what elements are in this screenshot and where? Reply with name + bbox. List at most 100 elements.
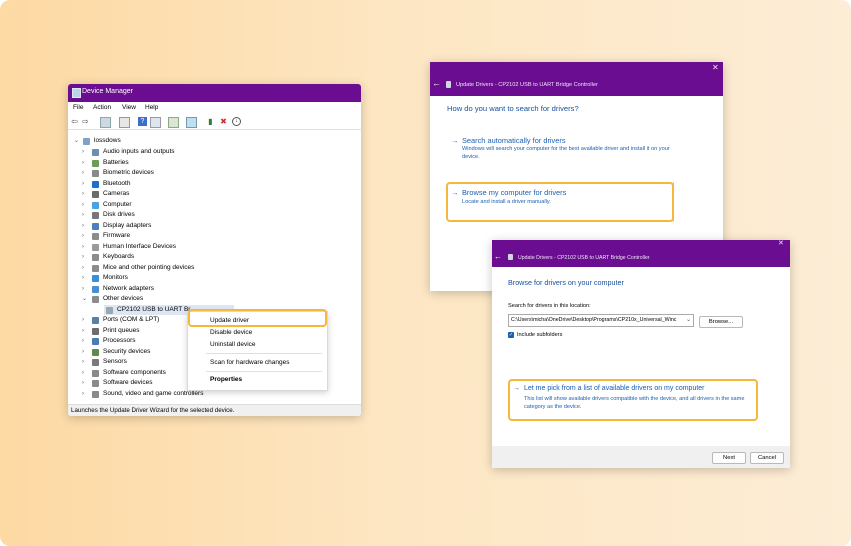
tree-category[interactable]: › Bluetooth [82, 179, 282, 189]
chevron-right-icon[interactable]: › [82, 221, 84, 231]
chevron-right-icon[interactable]: › [82, 147, 84, 157]
browse-drivers-window: ← Update Drivers - CP2102 USB to UART Br… [492, 240, 790, 468]
tree-category-label: Ports (COM & LPT) [103, 316, 160, 323]
chevron-right-icon[interactable]: › [82, 284, 84, 294]
tree-category[interactable]: › Disk drives [82, 210, 282, 220]
include-subfolders-label: Include subfolders [517, 332, 563, 338]
close-icon[interactable]: ✕ [778, 240, 784, 247]
chevron-right-icon[interactable]: › [82, 252, 84, 262]
chevron-down-icon[interactable]: ⌄ [686, 316, 691, 323]
help-icon[interactable]: ? [138, 117, 147, 126]
device-category-icon [92, 369, 99, 377]
chevron-right-icon[interactable]: › [82, 263, 84, 273]
browse-heading: Browse for drivers on your computer [508, 278, 624, 287]
device-category-icon [92, 327, 99, 335]
tree-category-label: Disk drives [103, 211, 135, 218]
status-text: Launches the Update Driver Wizard for th… [71, 407, 235, 414]
tree-category-label: Firmware [103, 232, 131, 239]
tree-category[interactable]: › Computer [82, 200, 282, 210]
tree-category-label: Display adapters [103, 221, 152, 229]
tree-category[interactable]: › Batteries [82, 158, 282, 168]
status-bar: Launches the Update Driver Wizard for th… [68, 404, 361, 416]
tree-category-label: Mice and other pointing devices [103, 263, 195, 271]
menu-properties[interactable]: Properties [210, 376, 242, 383]
chevron-right-icon[interactable]: › [82, 179, 84, 189]
device-manager-titlebar: Device Manager [68, 84, 361, 102]
chevron-right-icon[interactable]: › [82, 210, 84, 220]
device-category-icon [92, 359, 99, 366]
chevron-right-icon[interactable]: › [82, 357, 84, 367]
next-button[interactable]: Next [712, 452, 746, 464]
tree-category[interactable]: › Biometric devices [82, 168, 282, 178]
menu-view[interactable]: View [122, 104, 136, 111]
menu-disable-device[interactable]: Disable device [210, 329, 252, 336]
scan-hardware-icon[interactable] [168, 117, 179, 128]
chevron-right-icon[interactable]: › [82, 326, 84, 336]
list-view-icon[interactable] [119, 117, 130, 128]
details-icon[interactable] [150, 117, 161, 128]
chevron-right-icon[interactable]: › [82, 158, 84, 168]
properties-icon[interactable] [100, 117, 111, 128]
menu-action[interactable]: Action [93, 104, 111, 111]
search-automatically-option[interactable]: Search automatically for drivers [462, 136, 566, 145]
pick-option-highlight [508, 379, 758, 421]
device-icon [508, 254, 513, 260]
browse-option-highlight [446, 182, 674, 222]
path-combobox[interactable]: C:\Users\micha\OneDrive\Desktop\Programs… [508, 314, 694, 327]
download-icon[interactable]: ↓ [232, 117, 241, 126]
chevron-right-icon[interactable]: › [82, 242, 84, 252]
menu-divider [206, 353, 322, 354]
tree-category[interactable]: › Network adapters [82, 284, 282, 294]
menu-file[interactable]: File [73, 104, 83, 111]
uninstall-icon[interactable]: ✖ [219, 117, 228, 126]
update-driver-icon[interactable]: ▮ [206, 117, 215, 126]
chevron-right-icon[interactable]: › [82, 389, 84, 399]
back-arrow-icon[interactable]: ← [432, 78, 441, 88]
tree-category[interactable]: › Cameras [82, 189, 282, 199]
chevron-right-icon[interactable]: › [82, 200, 84, 210]
include-subfolders-checkbox[interactable]: ✓ [508, 332, 514, 338]
cancel-button[interactable]: Cancel [750, 452, 784, 464]
chevron-right-icon[interactable]: › [82, 347, 84, 357]
chevron-right-icon[interactable]: › [82, 336, 84, 346]
browse-button[interactable]: Browse... [699, 316, 743, 328]
tree-category-label: Computer [103, 200, 132, 208]
tree-category[interactable]: › Human Interface Devices [82, 242, 282, 252]
device-category-icon [92, 296, 99, 303]
menu-scan-hardware[interactable]: Scan for hardware changes [210, 359, 290, 366]
menu-uninstall-device[interactable]: Uninstall device [210, 341, 256, 348]
tree-category[interactable]: › Display adapters [82, 221, 282, 231]
tree-category[interactable]: › Keyboards [82, 252, 282, 262]
device-category-icon [92, 380, 99, 387]
chevron-right-icon[interactable]: › [82, 273, 84, 283]
device-category-icon [92, 264, 99, 272]
chevron-right-icon[interactable]: › [82, 168, 84, 178]
device-category-icon [92, 149, 99, 156]
tree-root[interactable]: ⌄ lossdows [74, 136, 194, 146]
tree-category[interactable]: ⌄ Other devices [82, 294, 282, 304]
wizard-titlebar: ← Update Drivers - CP2102 USB to UART Br… [430, 62, 723, 96]
chevron-right-icon[interactable]: › [82, 231, 84, 241]
chevron-right-icon[interactable]: › [82, 315, 84, 325]
device-category-icon [92, 338, 99, 345]
chevron-right-icon[interactable]: › [82, 378, 84, 388]
tree-category-label: Other devices [103, 295, 144, 302]
chevron-down-icon[interactable]: ⌄ [82, 294, 87, 304]
device-category-icon [92, 180, 99, 188]
close-icon[interactable]: ✕ [712, 63, 719, 72]
menu-help[interactable]: Help [145, 104, 158, 111]
tree-category-label: Software devices [103, 379, 153, 386]
chevron-right-icon[interactable]: › [82, 368, 84, 378]
tree-category[interactable]: › Audio inputs and outputs [82, 147, 282, 157]
toolbar: ⇦ ⇨ ? ▮ ✖ ↓ [68, 115, 361, 130]
tree-category[interactable]: › Mice and other pointing devices [82, 263, 282, 273]
tree-category[interactable]: › Firmware [82, 231, 282, 241]
back-arrow-icon[interactable]: ← [494, 252, 502, 261]
update-driver-highlight [188, 309, 327, 327]
chevron-right-icon[interactable]: › [82, 189, 84, 199]
tree-category-label: Human Interface Devices [103, 242, 176, 250]
forward-arrow-icon[interactable]: ⇨ [81, 117, 90, 126]
monitor-icon[interactable] [186, 117, 197, 128]
back-arrow-icon[interactable]: ⇦ [70, 117, 79, 126]
tree-category[interactable]: › Monitors [82, 273, 282, 283]
